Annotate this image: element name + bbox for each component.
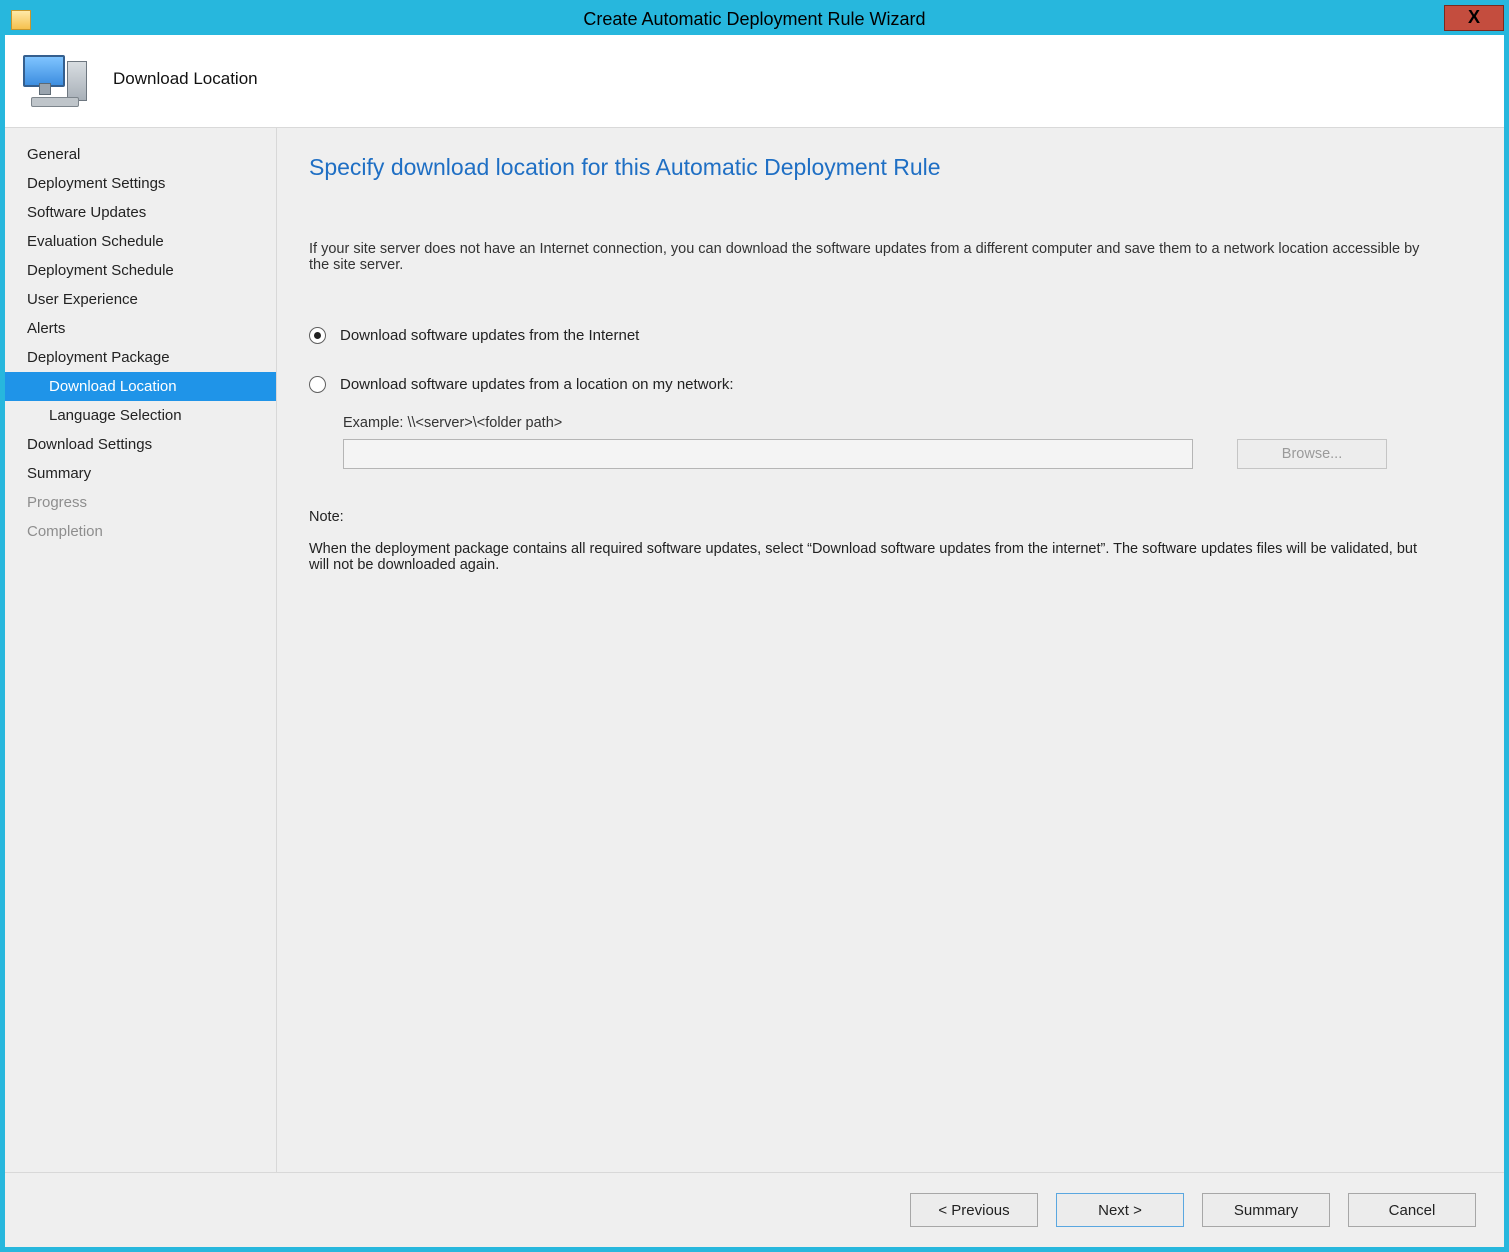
browse-button[interactable]: Browse... — [1237, 439, 1387, 469]
next-button[interactable]: Next > — [1056, 1193, 1184, 1227]
sidebar-item-software-updates[interactable]: Software Updates — [5, 198, 276, 227]
sidebar-item-completion: Completion — [5, 517, 276, 546]
option-label: Download software updates from the Inter… — [340, 327, 639, 344]
wizard-sidebar: General Deployment Settings Software Upd… — [5, 128, 277, 1172]
network-path-row: Browse... — [343, 439, 1468, 469]
previous-button[interactable]: < Previous — [910, 1193, 1038, 1227]
sidebar-item-deployment-settings[interactable]: Deployment Settings — [5, 169, 276, 198]
option-download-internet[interactable]: Download software updates from the Inter… — [309, 327, 1468, 344]
close-button[interactable]: X — [1444, 5, 1504, 31]
summary-button[interactable]: Summary — [1202, 1193, 1330, 1227]
example-label: Example: \\<server>\<folder path> — [343, 415, 1468, 431]
sidebar-item-download-settings[interactable]: Download Settings — [5, 430, 276, 459]
sidebar-item-progress: Progress — [5, 488, 276, 517]
sidebar-item-evaluation-schedule[interactable]: Evaluation Schedule — [5, 227, 276, 256]
wizard-window: Create Automatic Deployment Rule Wizard … — [0, 0, 1509, 1252]
wizard-content: Specify download location for this Autom… — [277, 128, 1504, 1172]
option-label: Download software updates from a locatio… — [340, 376, 734, 393]
content-heading: Specify download location for this Autom… — [309, 154, 1468, 181]
cancel-button[interactable]: Cancel — [1348, 1193, 1476, 1227]
radio-icon — [309, 376, 326, 393]
app-icon — [11, 10, 31, 30]
sidebar-item-general[interactable]: General — [5, 140, 276, 169]
sidebar-item-language-selection[interactable]: Language Selection — [5, 401, 276, 430]
content-description: If your site server does not have an Int… — [309, 241, 1439, 273]
title-bar: Create Automatic Deployment Rule Wizard … — [5, 5, 1504, 35]
wizard-footer: < Previous Next > Summary Cancel — [5, 1172, 1504, 1247]
window-title: Create Automatic Deployment Rule Wizard — [5, 9, 1504, 30]
page-title: Download Location — [113, 69, 258, 89]
sidebar-item-alerts[interactable]: Alerts — [5, 314, 276, 343]
network-path-input[interactable] — [343, 439, 1193, 469]
radio-icon — [309, 327, 326, 344]
sidebar-item-download-location[interactable]: Download Location — [5, 372, 276, 401]
sidebar-item-deployment-schedule[interactable]: Deployment Schedule — [5, 256, 276, 285]
sidebar-item-user-experience[interactable]: User Experience — [5, 285, 276, 314]
sidebar-item-deployment-package[interactable]: Deployment Package — [5, 343, 276, 372]
option-download-network[interactable]: Download software updates from a locatio… — [309, 376, 1468, 393]
sidebar-item-summary[interactable]: Summary — [5, 459, 276, 488]
computer-icon — [23, 49, 91, 109]
note-text: When the deployment package contains all… — [309, 541, 1439, 573]
wizard-body: General Deployment Settings Software Upd… — [5, 128, 1504, 1172]
note-label: Note: — [309, 509, 1468, 525]
wizard-header: Download Location — [5, 35, 1504, 128]
